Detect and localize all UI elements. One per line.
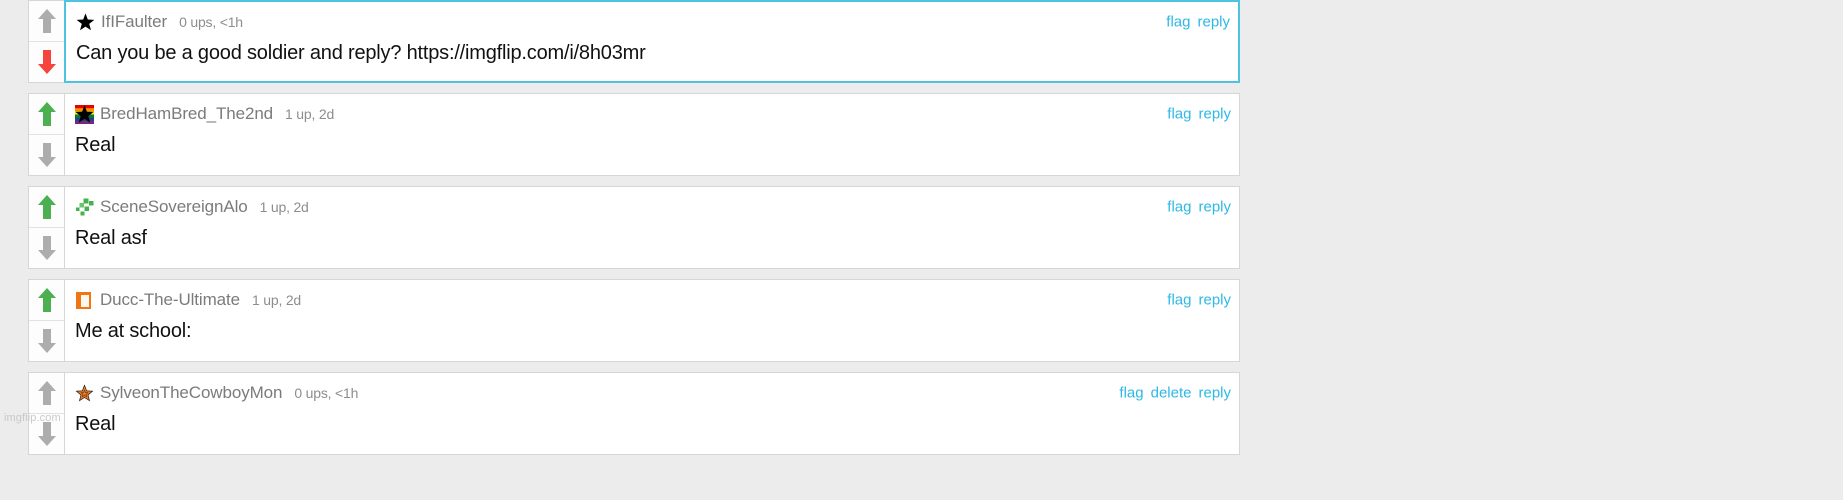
comment-meta-row: Ducc-The-Ultimate 1 up, 2d flag reply <box>65 280 1239 320</box>
downvote-button[interactable] <box>29 321 64 361</box>
imgflip-comments-page: IfIFaulter 0 ups, <1h flag reply Can you be … <box>0 0 1843 500</box>
vote-column <box>28 93 64 176</box>
comment-list: IfIFaulter 0 ups, <1h flag reply Can you be … <box>0 0 1240 465</box>
reply-link[interactable]: reply <box>1198 385 1231 402</box>
rainbow-star-icon <box>75 104 94 124</box>
comment-stats: 1 up, 2d <box>259 199 309 215</box>
comment-row: IfIFaulter 0 ups, <1h flag reply Can you be … <box>0 0 1240 83</box>
reply-link[interactable]: reply <box>1198 106 1231 123</box>
reply-link[interactable]: reply <box>1197 14 1230 31</box>
comment-stats: 0 ups, <1h <box>294 385 359 401</box>
vote-column <box>28 0 64 83</box>
comment-actions: flag reply <box>1167 106 1231 123</box>
downvote-button[interactable] <box>29 42 64 82</box>
comment-actions: flag delete reply <box>1119 385 1231 402</box>
upvote-button[interactable] <box>29 187 64 228</box>
comment-body: Ducc-The-Ultimate 1 up, 2d flag reply Me at … <box>64 279 1240 362</box>
comment-row: SceneSovereignAlo 1 up, 2d flag reply Real a… <box>0 186 1240 269</box>
comment-stats: 1 up, 2d <box>252 292 301 308</box>
comment-text: Real <box>75 134 116 156</box>
comment-body: SylveonTheCowboyMon 0 ups, <1h flag delete r… <box>64 372 1240 455</box>
vote-column <box>28 186 64 269</box>
comment-actions: flag reply <box>1167 199 1231 216</box>
site-watermark: imgflip.com <box>4 412 61 424</box>
comment-body: BredHamBred_The2nd 1 up, 2d flag reply Real <box>64 93 1240 176</box>
upvote-button[interactable] <box>29 373 64 414</box>
flag-link[interactable]: flag <box>1167 199 1191 216</box>
downvote-button[interactable] <box>29 135 64 175</box>
flag-link[interactable]: flag <box>1119 385 1143 402</box>
comment-username[interactable]: IfIFaulter <box>101 12 167 32</box>
comment-row: SylveonTheCowboyMon 0 ups, <1h flag delete r… <box>0 372 1240 455</box>
green-pixels-icon <box>75 197 94 217</box>
comment-row: BredHamBred_The2nd 1 up, 2d flag reply Real <box>0 93 1240 176</box>
reply-link[interactable]: reply <box>1198 292 1231 309</box>
comment-meta-row: BredHamBred_The2nd 1 up, 2d flag reply <box>65 94 1239 134</box>
comment-username[interactable]: BredHamBred_The2nd <box>100 104 273 124</box>
flag-link[interactable]: flag <box>1166 14 1190 31</box>
comment-meta-row: SylveonTheCowboyMon 0 ups, <1h flag delete r… <box>65 373 1239 413</box>
comment-stats: 1 up, 2d <box>285 106 335 122</box>
comment-meta-row: SceneSovereignAlo 1 up, 2d flag reply <box>65 187 1239 227</box>
downvote-button[interactable] <box>29 228 64 268</box>
upvote-button[interactable] <box>29 280 64 321</box>
comment-body: SceneSovereignAlo 1 up, 2d flag reply Real a… <box>64 186 1240 269</box>
comment-actions: flag reply <box>1167 292 1231 309</box>
reply-link[interactable]: reply <box>1198 199 1231 216</box>
comment-text: Real asf <box>75 227 147 249</box>
comment-text: Can you be a good soldier and reply? htt… <box>76 42 646 64</box>
comment-username[interactable]: Ducc-The-Ultimate <box>100 290 240 310</box>
upvote-button[interactable] <box>29 1 64 42</box>
comment-text: Real <box>75 413 116 435</box>
sheriff-star-icon <box>75 383 94 403</box>
comment-text: Me at school: <box>75 320 192 342</box>
flag-link[interactable]: flag <box>1167 292 1191 309</box>
comment-username[interactable]: SylveonTheCowboyMon <box>100 383 282 403</box>
comment-meta-row: IfIFaulter 0 ups, <1h flag reply <box>66 2 1238 42</box>
comment-username[interactable]: SceneSovereignAlo <box>100 197 248 217</box>
orange-frame-icon <box>75 290 94 310</box>
comment-stats: 0 ups, <1h <box>179 14 243 30</box>
black-star-icon <box>76 12 95 32</box>
flag-link[interactable]: flag <box>1167 106 1191 123</box>
delete-link[interactable]: delete <box>1151 385 1192 402</box>
comment-actions: flag reply <box>1166 14 1230 31</box>
vote-column <box>28 279 64 362</box>
upvote-button[interactable] <box>29 94 64 135</box>
comment-row: Ducc-The-Ultimate 1 up, 2d flag reply Me at … <box>0 279 1240 362</box>
comment-body: IfIFaulter 0 ups, <1h flag reply Can you be … <box>64 0 1240 83</box>
